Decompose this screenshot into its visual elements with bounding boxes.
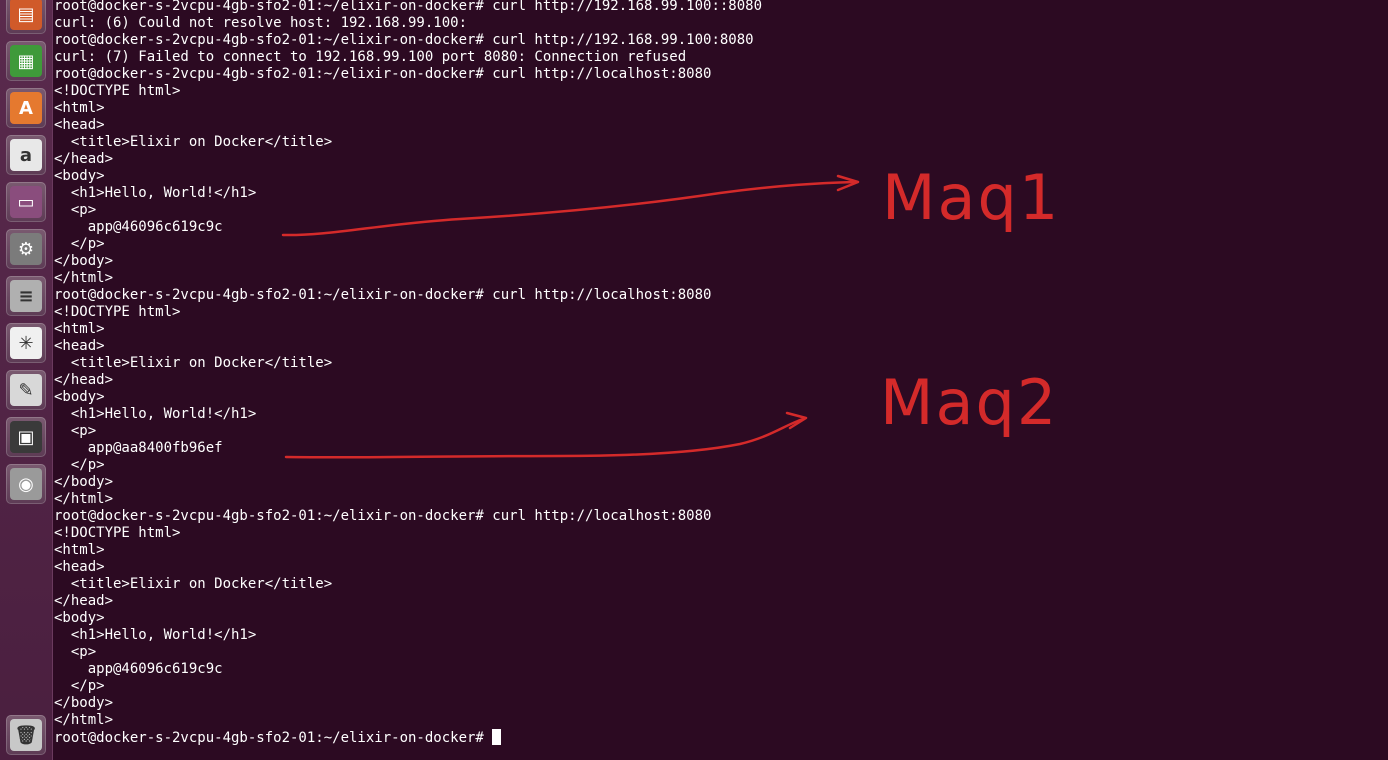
launcher-item-software-center[interactable]: A bbox=[6, 88, 46, 128]
launcher-item-pinwheel-app[interactable]: ✳ bbox=[6, 323, 46, 363]
terminal-line: <head> bbox=[54, 338, 105, 354]
libreoffice-calc-icon: ▦ bbox=[10, 45, 42, 77]
trash-icon: 🗑 bbox=[10, 719, 42, 751]
terminal-prompt-line[interactable]: root@docker-s-2vcpu-4gb-sfo2-01:~/elixir… bbox=[54, 729, 1388, 746]
terminal-line: <p> bbox=[54, 423, 97, 439]
launcher-item-screen-lock[interactable]: ▣ bbox=[6, 417, 46, 457]
terminal-line: <p> bbox=[54, 644, 97, 660]
terminal-line: </html> bbox=[54, 712, 114, 728]
terminal-line: app@46096c619c9c bbox=[54, 661, 223, 677]
terminal-line: <body> bbox=[54, 168, 105, 184]
launcher-sidebar: ▤ ▦ Aa ▭ ⚙ ≡ ✳ ✎ ▣ ◉ 🗑 bbox=[0, 0, 53, 760]
terminal-line: </head> bbox=[54, 593, 114, 609]
terminal-line: <head> bbox=[54, 559, 105, 575]
launcher-item-camera[interactable]: ◉ bbox=[6, 464, 46, 504]
system-settings-icon: ⚙ bbox=[10, 233, 42, 265]
terminal-line: </html> bbox=[54, 270, 114, 286]
terminal-line: </p> bbox=[54, 678, 105, 694]
screen-lock-icon: ▣ bbox=[10, 421, 42, 453]
terminal-line: <body> bbox=[54, 610, 105, 626]
terminal-line: <!DOCTYPE html> bbox=[54, 83, 181, 99]
terminal-line: </body> bbox=[54, 695, 114, 711]
terminal-line: <head> bbox=[54, 117, 105, 133]
terminal-line: root@docker-s-2vcpu-4gb-sfo2-01:~/elixir… bbox=[54, 508, 712, 524]
terminal-line: <!DOCTYPE html> bbox=[54, 525, 181, 541]
terminal-line: <title>Elixir on Docker</title> bbox=[54, 355, 333, 371]
launcher-item-system-settings[interactable]: ⚙ bbox=[6, 229, 46, 269]
terminal-line: <h1>Hello, World!</h1> bbox=[54, 406, 257, 422]
terminal-line: curl: (6) Could not resolve host: 192.16… bbox=[54, 15, 468, 31]
pinwheel-app-icon: ✳ bbox=[10, 327, 42, 359]
terminal-line: root@docker-s-2vcpu-4gb-sfo2-01:~/elixir… bbox=[54, 0, 763, 14]
terminal-line: </head> bbox=[54, 372, 114, 388]
terminal-line: </p> bbox=[54, 236, 105, 252]
terminal-line: <title>Elixir on Docker</title> bbox=[54, 134, 333, 150]
server-icon: ≡ bbox=[10, 280, 42, 312]
launcher-item-text-editor[interactable]: ✎ bbox=[6, 370, 46, 410]
terminal-line: root@docker-s-2vcpu-4gb-sfo2-01:~/elixir… bbox=[54, 66, 712, 82]
terminal-output[interactable]: root@docker-s-2vcpu-4gb-sfo2-01:~/elixir… bbox=[54, 0, 1388, 760]
terminal-lines: root@docker-s-2vcpu-4gb-sfo2-01:~/elixir… bbox=[54, 0, 1388, 729]
launcher-item-remote-desktop[interactable]: ▭ bbox=[6, 182, 46, 222]
terminal-line: <title>Elixir on Docker</title> bbox=[54, 576, 333, 592]
terminal-line: </html> bbox=[54, 491, 114, 507]
launcher-item-amazon[interactable]: a bbox=[6, 135, 46, 175]
launcher-item-server[interactable]: ≡ bbox=[6, 276, 46, 316]
terminal-line: app@46096c619c9c bbox=[54, 219, 223, 235]
launcher-item-libreoffice-impress[interactable]: ▤ bbox=[6, 0, 46, 34]
amazon-icon: a bbox=[10, 139, 42, 171]
terminal-line: root@docker-s-2vcpu-4gb-sfo2-01:~/elixir… bbox=[54, 287, 712, 303]
terminal-line: <html> bbox=[54, 542, 105, 558]
terminal-line: app@aa8400fb96ef bbox=[54, 440, 223, 456]
terminal-prompt: root@docker-s-2vcpu-4gb-sfo2-01:~/elixir… bbox=[54, 730, 493, 746]
software-center-icon: A bbox=[10, 92, 42, 124]
launcher-item-trash[interactable]: 🗑 bbox=[6, 715, 46, 755]
terminal-line: <html> bbox=[54, 100, 105, 116]
text-editor-icon: ✎ bbox=[10, 374, 42, 406]
terminal-line: <html> bbox=[54, 321, 105, 337]
terminal-line: root@docker-s-2vcpu-4gb-sfo2-01:~/elixir… bbox=[54, 32, 754, 48]
terminal-line: </body> bbox=[54, 253, 114, 269]
terminal-line: <h1>Hello, World!</h1> bbox=[54, 627, 257, 643]
terminal-line: curl: (7) Failed to connect to 192.168.9… bbox=[54, 49, 687, 65]
terminal-line: <body> bbox=[54, 389, 105, 405]
launcher-item-libreoffice-calc[interactable]: ▦ bbox=[6, 41, 46, 81]
terminal-line: <p> bbox=[54, 202, 97, 218]
terminal-line: </body> bbox=[54, 474, 114, 490]
terminal-line: </p> bbox=[54, 457, 105, 473]
terminal-line: <!DOCTYPE html> bbox=[54, 304, 181, 320]
terminal-line: <h1>Hello, World!</h1> bbox=[54, 185, 257, 201]
camera-icon: ◉ bbox=[10, 468, 42, 500]
libreoffice-impress-icon: ▤ bbox=[10, 0, 42, 30]
terminal-cursor bbox=[492, 729, 502, 745]
terminal-line: </head> bbox=[54, 151, 114, 167]
remote-desktop-icon: ▭ bbox=[10, 186, 42, 218]
